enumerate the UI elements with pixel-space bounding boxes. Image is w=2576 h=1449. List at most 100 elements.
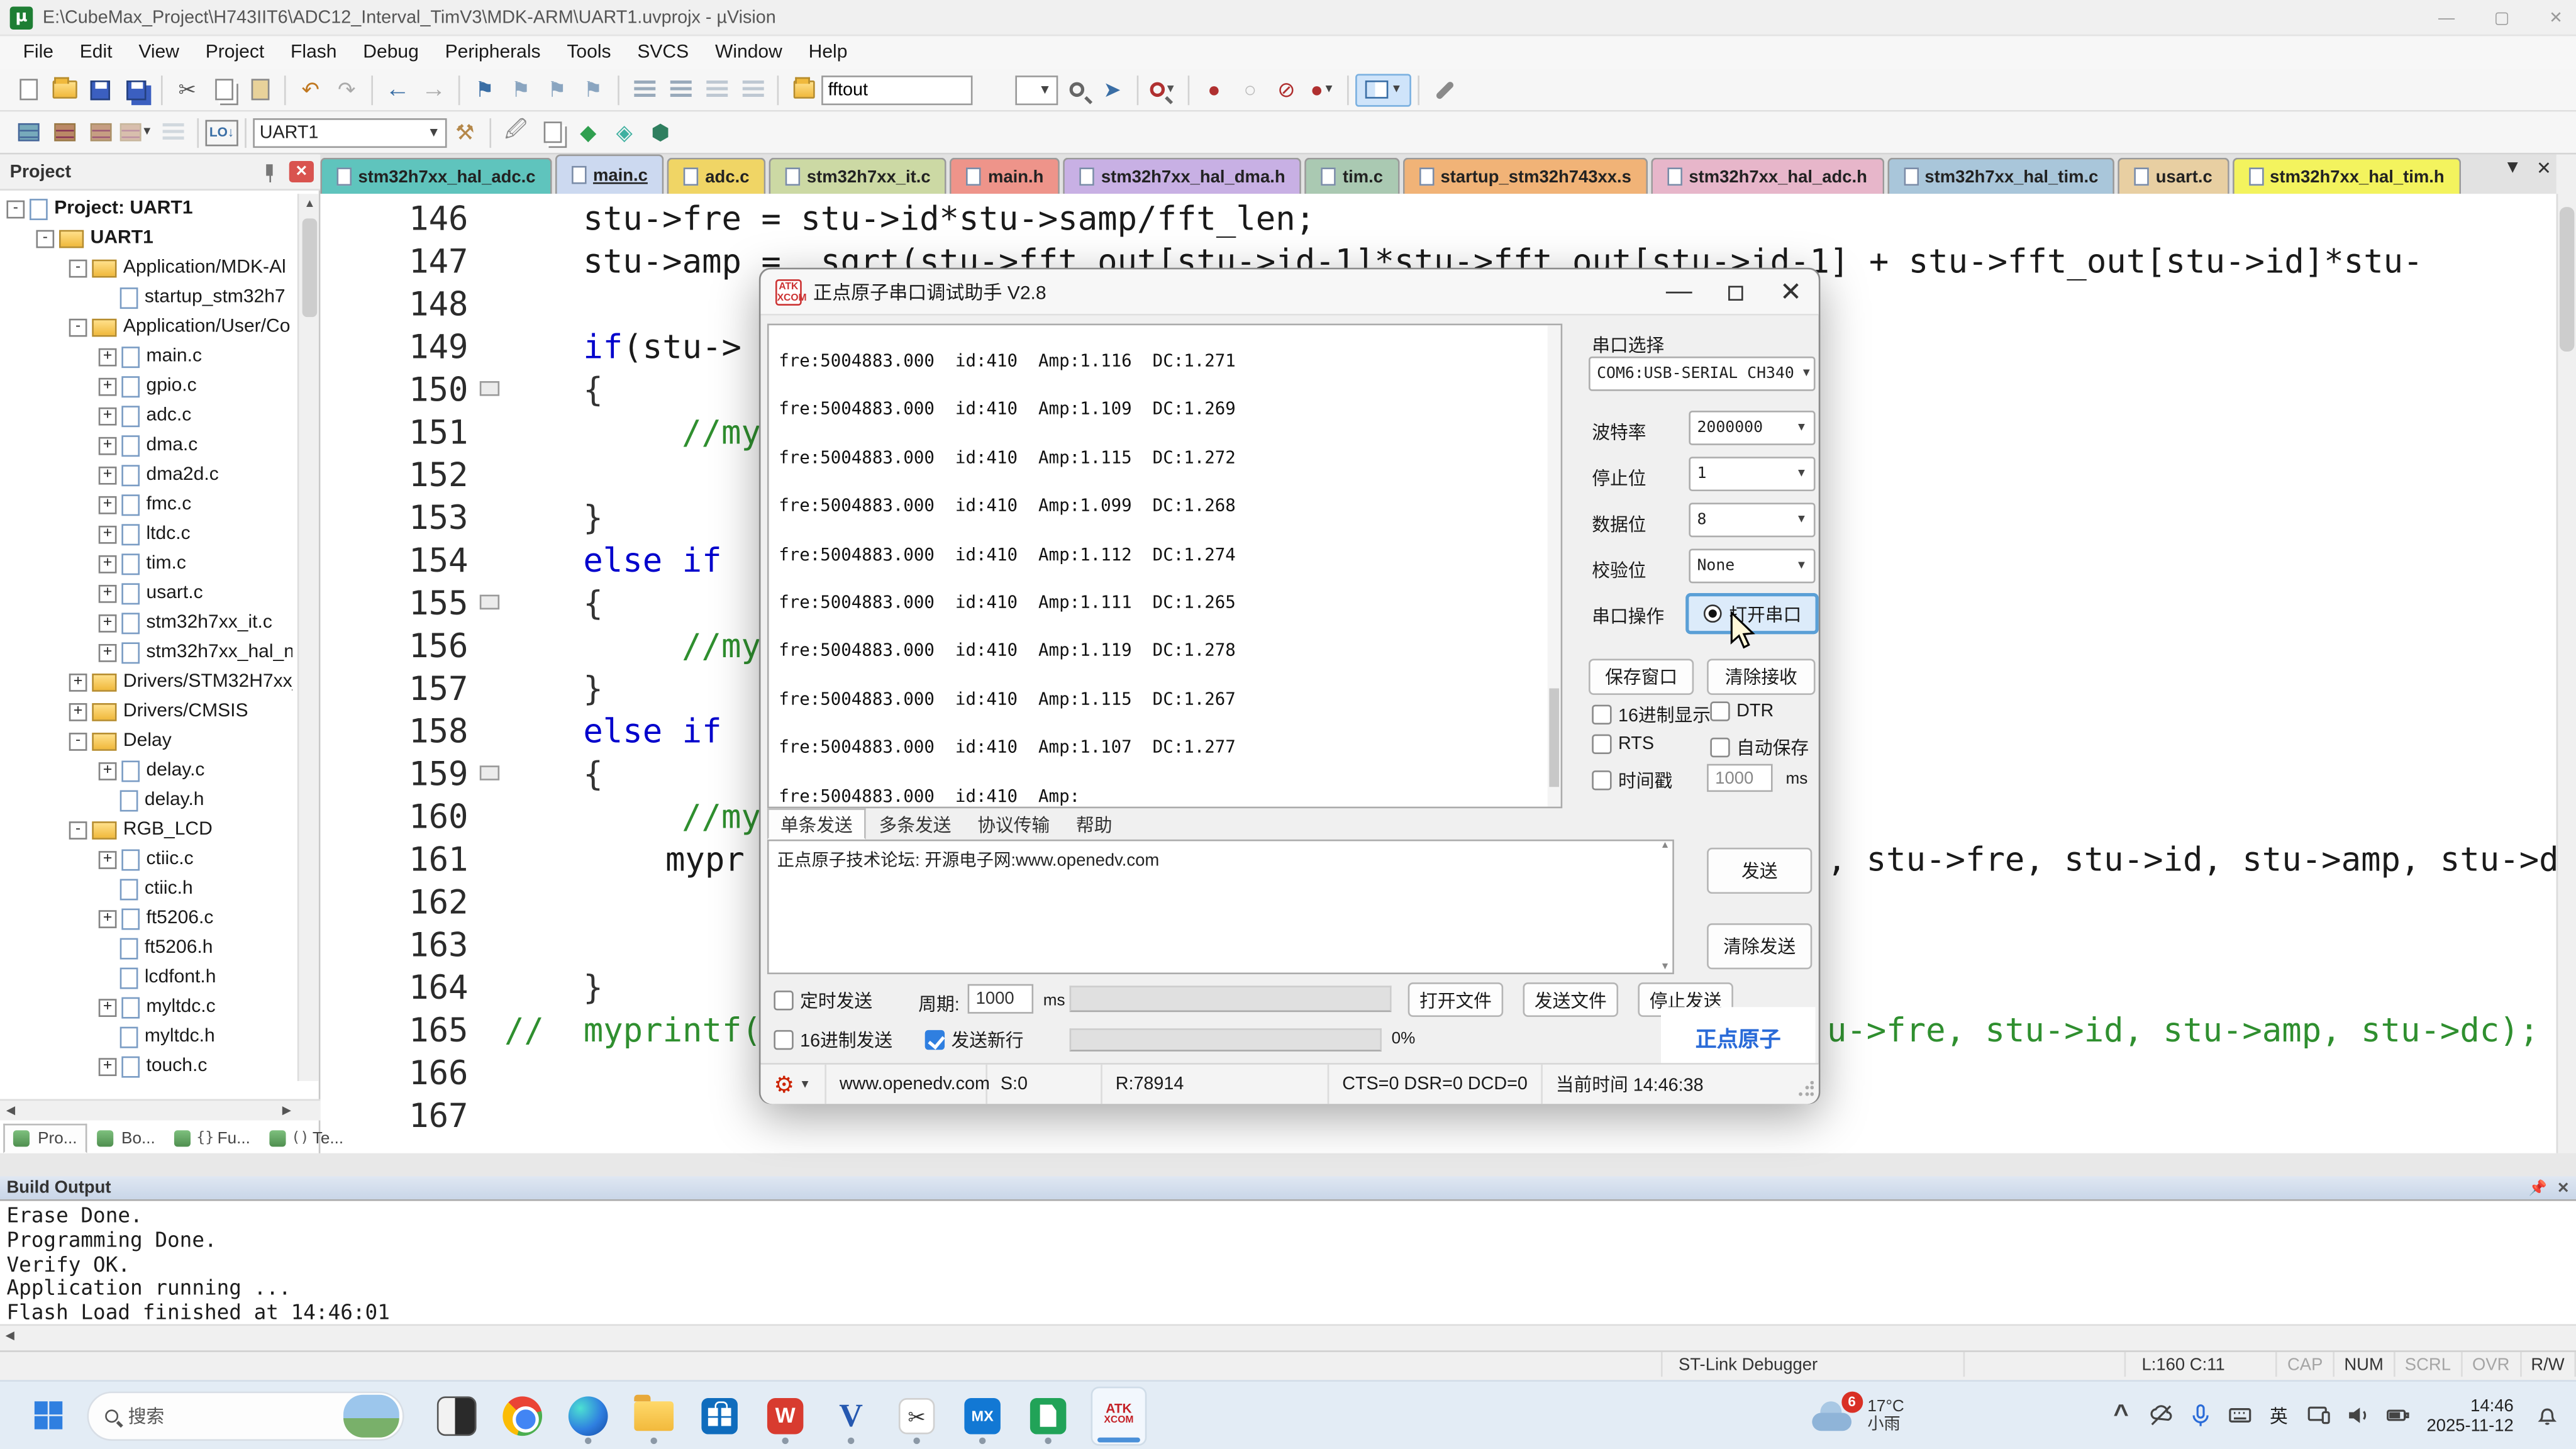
baud-select[interactable]: 2000000▼ (1689, 411, 1815, 445)
editor-tab[interactable]: stm32h7xx_hal_dma.h (1063, 158, 1302, 194)
tree-expander-icon[interactable]: + (99, 436, 117, 455)
tree-expander-icon[interactable]: + (69, 702, 87, 721)
nav-forward-icon[interactable]: → (416, 73, 452, 106)
target-select[interactable]: UART1▼ (253, 118, 447, 147)
debug-session-icon[interactable]: ▼ (1145, 73, 1181, 106)
tree-item[interactable]: delay.h (0, 786, 292, 815)
editor-tab[interactable]: main.h (950, 158, 1060, 194)
editor-tab[interactable]: usart.c (2118, 158, 2229, 194)
minimize-button[interactable]: — (2438, 9, 2455, 27)
tree-expander-icon[interactable]: + (99, 555, 117, 573)
timestamp-checkbox[interactable]: 时间戳 (1592, 767, 1672, 794)
open-file-button[interactable]: 打开文件 (1408, 982, 1504, 1017)
tree-expander-icon[interactable]: + (99, 643, 117, 662)
taskbar-app-explorer[interactable] (628, 1389, 680, 1442)
tree-item[interactable]: + ft5206.c (0, 904, 292, 933)
window-layout-icon[interactable]: ▼ (1355, 73, 1411, 106)
brand-link[interactable]: 正点原子 (1696, 1021, 1781, 1053)
settings-gear-icon[interactable]: ⚙ (774, 1070, 794, 1098)
taskbar-app-edge[interactable] (562, 1389, 614, 1442)
tree-expander-icon[interactable]: + (99, 998, 117, 1016)
panel-tab[interactable]: {}Fu... (165, 1124, 260, 1153)
menu-item[interactable]: Window (702, 43, 796, 62)
xcom-minimize-button[interactable]: — (1651, 269, 1707, 315)
tree-item[interactable]: - Application/User/Co (0, 312, 292, 341)
breakpoint-enable-icon[interactable]: ○ (1232, 73, 1268, 106)
incremental-find-icon[interactable]: ➤ (1094, 73, 1130, 106)
dtr-checkbox[interactable]: DTR (1710, 701, 1774, 721)
hex-send-checkbox[interactable]: 16进制发送 (774, 1027, 892, 1053)
taskbar-app-wps-writer[interactable]: W (759, 1389, 812, 1442)
file-extensions-icon[interactable]: 🖉 (498, 116, 534, 148)
tree-item[interactable]: - UART1 (0, 223, 292, 253)
tree-item[interactable]: + gpio.c (0, 371, 292, 401)
find-in-files-icon[interactable] (1058, 73, 1094, 106)
build-output-close-icon[interactable]: ✕ (2557, 1179, 2570, 1197)
tree-expander-icon[interactable]: - (69, 258, 87, 277)
tree-expander-icon[interactable]: + (99, 407, 117, 425)
tree-item[interactable]: + Drivers/STM32H7xx_ (0, 667, 292, 697)
tree-expander-icon[interactable]: + (99, 466, 117, 484)
taskbar-app-green-doc[interactable] (1022, 1389, 1075, 1442)
tree-expander-icon[interactable]: + (99, 850, 117, 869)
tree-expander-icon[interactable]: - (6, 199, 25, 218)
tree-item[interactable]: + main.c (0, 341, 292, 371)
battery-icon[interactable] (2377, 1391, 2417, 1440)
tree-expander-icon[interactable]: + (99, 614, 117, 632)
timed-send-checkbox[interactable]: 定时发送 (774, 987, 872, 1014)
menu-item[interactable]: Flash (277, 43, 350, 62)
bookmark-clear-icon[interactable]: ⚑ (575, 73, 611, 106)
maximize-button[interactable]: ▢ (2494, 9, 2510, 27)
tree-item[interactable]: + dma2d.c (0, 460, 292, 489)
panel-tab[interactable]: Pro... (3, 1124, 87, 1153)
tree-expander-icon[interactable]: + (99, 377, 117, 396)
tree-item[interactable]: + ltdc.c (0, 519, 292, 548)
tree-expander-icon[interactable]: + (99, 1057, 117, 1075)
tree-item[interactable]: ctiic.h (0, 874, 292, 904)
build-output-scrollbar[interactable]: ◀ (0, 1324, 2576, 1343)
open-file-icon[interactable] (46, 73, 82, 106)
save-window-button[interactable]: 保存窗口 (1589, 659, 1694, 695)
notification-bell-icon[interactable] (2527, 1391, 2567, 1440)
microphone-icon[interactable] (2180, 1391, 2220, 1440)
editor-scrollbar[interactable] (2557, 194, 2576, 1153)
ime-indicator[interactable]: 英 (2259, 1391, 2299, 1440)
tree-item[interactable]: + adc.c (0, 401, 292, 430)
editor-tab[interactable]: startup_stm32h743xx.s (1402, 158, 1648, 194)
outdent-icon[interactable] (662, 73, 698, 106)
edit-search-icon[interactable] (786, 73, 821, 106)
editor-tab[interactable]: stm32h7xx_hal_tim.h (2232, 158, 2461, 194)
editor-tab[interactable]: stm32h7xx_hal_adc.h (1651, 158, 1884, 194)
tray-chevron-icon[interactable]: ^ (2101, 1391, 2141, 1440)
close-button[interactable]: ✕ (2549, 9, 2563, 27)
taskbar-app-widget[interactable] (430, 1389, 483, 1442)
flash-download-icon[interactable]: LO↓ (206, 119, 238, 145)
menu-item[interactable]: Help (796, 43, 861, 62)
tree-expander-icon[interactable]: + (99, 496, 117, 514)
touch-keyboard-icon[interactable] (2219, 1391, 2259, 1440)
tree-item[interactable]: + delay.c (0, 756, 292, 786)
editor-tab[interactable]: main.c (555, 155, 664, 194)
tree-expander-icon[interactable]: + (99, 762, 117, 780)
tree-item[interactable]: - Delay (0, 726, 292, 756)
stopbits-select[interactable]: 1▼ (1689, 457, 1815, 491)
configure-icon[interactable] (1426, 73, 1462, 106)
hex-display-checkbox[interactable]: 16进制显示 (1592, 701, 1711, 728)
port-select[interactable]: COM6:USB-SERIAL CH340▼ (1589, 357, 1815, 391)
breakpoint-toggle-icon[interactable]: ● (1196, 73, 1232, 106)
weather-widget[interactable]: 6 17°C 小雨 (1812, 1397, 1904, 1433)
undo-icon[interactable]: ↶ (292, 73, 328, 106)
tree-expander-icon[interactable]: + (99, 909, 117, 928)
send-newline-checkbox[interactable]: 发送新行 (925, 1027, 1024, 1053)
tree-item[interactable]: + myltdc.c (0, 992, 292, 1022)
tree-item[interactable]: + ctiic.c (0, 845, 292, 874)
send-tab[interactable]: 帮助 (1063, 808, 1125, 840)
bookmark-next-icon[interactable]: ⚑ (539, 73, 575, 106)
tree-expander-icon[interactable]: - (69, 318, 87, 336)
cut-icon[interactable]: ✂ (169, 73, 205, 106)
volume-icon[interactable] (2338, 1391, 2377, 1440)
tree-expander-icon[interactable]: + (99, 347, 117, 365)
tree-item[interactable]: + usart.c (0, 579, 292, 608)
editor-tab[interactable]: adc.c (667, 158, 765, 194)
editor-tab[interactable]: stm32h7xx_it.c (769, 158, 947, 194)
